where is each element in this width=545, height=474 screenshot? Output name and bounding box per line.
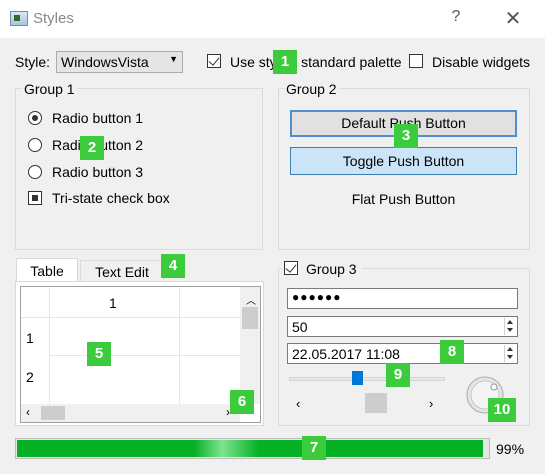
datetime-spin-buttons[interactable] [504,345,516,362]
flat-push-button[interactable]: Flat Push Button [290,191,517,207]
style-combobox-value: WindowsVista [61,54,149,70]
badge-2: 2 [80,136,104,160]
badge-10: 10 [488,398,516,422]
datetime-up-icon[interactable] [507,347,513,351]
spin-buttons[interactable] [504,318,516,335]
vertical-scrollbar[interactable]: ︿ [240,287,260,404]
password-field[interactable]: ●●●●●● [287,288,518,309]
spin-down-icon[interactable] [507,328,513,332]
scroll-up-icon[interactable]: ︿ [246,292,256,307]
progress-text: 99% [496,441,525,457]
tab-text-edit[interactable]: Text Edit [80,260,164,282]
tristate-checkbox[interactable] [28,191,42,205]
group-2-title: Group 2 [284,81,339,97]
group-3-checkbox[interactable] [284,261,298,275]
toggle-push-button[interactable]: Toggle Push Button [290,147,517,175]
badge-4: 4 [161,254,185,278]
badge-8: 8 [440,340,464,364]
scroll-right-icon[interactable]: › [429,396,433,411]
scrollbar-horizontal-2[interactable]: ‹ › [290,392,446,416]
row-divider [49,355,240,356]
window-title: Styles [33,10,74,27]
spin-box-value: 50 [292,319,308,335]
app-icon [10,11,28,26]
badge-1: 1 [273,50,297,74]
progress-fill [17,440,483,457]
badge-6: 6 [230,390,254,414]
scroll-left-icon[interactable]: ‹ [296,396,300,411]
password-value: ●●●●●● [292,290,342,304]
slider-handle[interactable] [352,371,363,385]
scroll-thumb[interactable] [365,393,387,413]
tristate-checkbox-label: Tri-state check box [52,190,170,206]
radio-button-3[interactable] [28,165,42,179]
disable-widgets-label: Disable widgets [432,54,531,70]
close-button[interactable]: ✕ [500,6,526,32]
progress-bar [15,438,490,459]
help-button[interactable]: ? [444,8,468,30]
slider-track[interactable] [289,377,445,381]
style-label: Style: [15,54,51,70]
disable-widgets-checkbox[interactable] [409,54,423,68]
group-3-title: Group 3 [306,261,357,277]
datetime-down-icon[interactable] [507,355,513,359]
horizontal-scrollbar[interactable]: ‹ › [21,404,240,422]
radio-button-2[interactable] [28,138,42,152]
row-header-1[interactable]: 1 [26,330,34,346]
group-1-title: Group 1 [22,81,77,97]
datetime-edit[interactable]: 22.05.2017 11:08 [287,343,518,364]
badge-5: 5 [87,342,111,366]
radio-button-1[interactable] [28,111,42,125]
scroll-left-icon[interactable]: ‹ [26,405,30,419]
title-bar: Styles ? ✕ [0,0,545,38]
spin-up-icon[interactable] [507,320,513,324]
horizontal-scroll-thumb[interactable] [41,406,65,420]
radio-button-1-label: Radio button 1 [52,110,144,126]
badge-3: 3 [394,124,418,148]
badge-9: 9 [386,363,410,387]
radio-button-3-label: Radio button 3 [52,164,144,180]
style-combobox[interactable]: WindowsVista ▼ [56,51,183,73]
table-view[interactable]: 1 1 2 ︿ ‹ › [20,286,261,423]
column-header-divider [21,317,240,318]
column-divider [179,287,180,404]
column-header-1[interactable]: 1 [109,295,117,311]
row-header-2[interactable]: 2 [26,369,34,385]
vertical-scroll-thumb[interactable] [242,307,258,329]
chevron-down-icon: ▼ [169,54,178,64]
tab-table[interactable]: Table [16,258,78,282]
use-palette-checkbox[interactable] [207,54,221,68]
spin-box[interactable]: 50 [287,316,518,337]
row-header-divider [49,287,50,404]
use-palette-label: Use style's standard palette [230,54,402,70]
badge-7: 7 [302,436,326,460]
datetime-value: 22.05.2017 11:08 [292,346,400,362]
